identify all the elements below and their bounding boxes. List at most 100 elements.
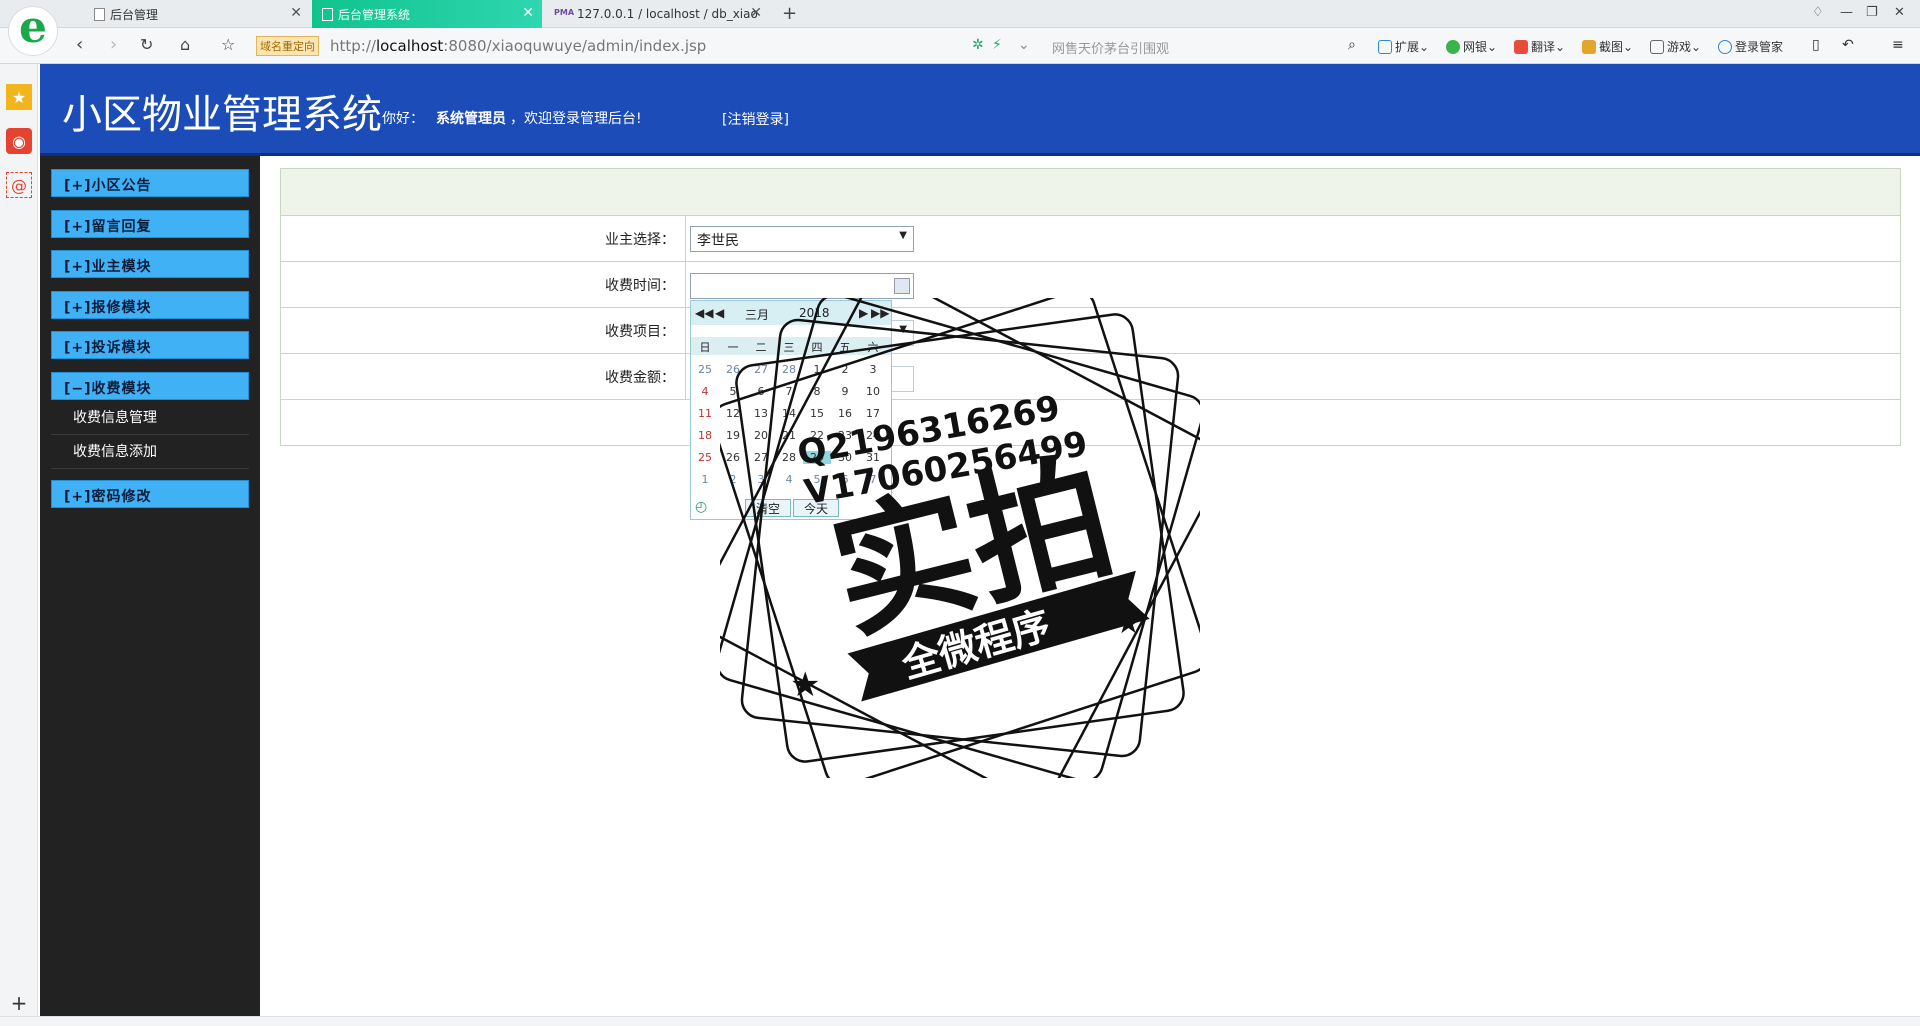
- calendar-day[interactable]: 27: [747, 451, 775, 464]
- calendar-day[interactable]: 15: [803, 407, 831, 420]
- back-icon[interactable]: ‹: [76, 34, 83, 55]
- calendar-day[interactable]: 9: [831, 385, 859, 398]
- toolbar-login-manager[interactable]: 登录管家: [1718, 38, 1783, 55]
- calendar-day[interactable]: 18: [691, 429, 719, 442]
- calendar-day[interactable]: 29: [803, 451, 831, 464]
- refresh-icon[interactable]: ↻: [140, 35, 153, 54]
- logout-link[interactable]: [注销登录]: [722, 109, 789, 129]
- menu-password[interactable]: [+]密码修改: [51, 480, 249, 508]
- calendar-day[interactable]: 17: [859, 407, 887, 420]
- calendar-day[interactable]: 7: [775, 385, 803, 398]
- toolbar-bank[interactable]: 网银 ⌄: [1446, 38, 1497, 55]
- calendar-day[interactable]: 21: [775, 429, 803, 442]
- search-input[interactable]: 网售天价茅台引围观: [1052, 38, 1169, 57]
- undo-icon[interactable]: ↶: [1842, 37, 1854, 53]
- menu-owner[interactable]: [+]业主模块: [51, 250, 249, 278]
- dropdown-icon[interactable]: ⌄: [1018, 37, 1030, 53]
- calendar-day[interactable]: 2: [719, 473, 747, 486]
- calendar-day[interactable]: 1: [803, 363, 831, 376]
- calendar-day[interactable]: 4: [691, 385, 719, 398]
- clear-button[interactable]: 清空: [745, 499, 791, 517]
- calendar-day[interactable]: 1: [691, 473, 719, 486]
- skin-icon[interactable]: ♢: [1812, 5, 1824, 20]
- browser-tab-3[interactable]: PMA 127.0.0.1 / localhost / db_xiao ✕: [544, 0, 770, 28]
- calendar-day[interactable]: 20: [747, 429, 775, 442]
- calendar-day[interactable]: 6: [747, 385, 775, 398]
- prev-month-icon[interactable]: ◀: [715, 306, 724, 320]
- submenu-fee-add[interactable]: 收费信息添加: [73, 441, 157, 461]
- calendar-day[interactable]: 26: [719, 451, 747, 464]
- mail-icon[interactable]: @: [6, 172, 32, 198]
- calendar-day[interactable]: 26: [719, 363, 747, 376]
- close-icon[interactable]: ✕: [290, 5, 302, 21]
- calendar-day[interactable]: 5: [719, 385, 747, 398]
- calendar-day[interactable]: 23: [831, 429, 859, 442]
- menu-repair[interactable]: [+]报修模块: [51, 291, 249, 319]
- clock-icon[interactable]: ◴: [695, 499, 707, 515]
- calendar-day[interactable]: 10: [859, 385, 887, 398]
- calendar-day[interactable]: 27: [747, 363, 775, 376]
- calendar-day[interactable]: 4: [775, 473, 803, 486]
- calendar-day[interactable]: 30: [831, 451, 859, 464]
- menu-message-reply[interactable]: [+]留言回复: [51, 210, 249, 238]
- calendar-day[interactable]: 19: [719, 429, 747, 442]
- next-year-icon[interactable]: ▶▶: [871, 306, 889, 320]
- redirect-badge[interactable]: 域名重定向: [256, 36, 319, 56]
- prev-year-icon[interactable]: ◀◀: [695, 306, 713, 320]
- add-icon[interactable]: +: [6, 990, 32, 1016]
- calendar-day[interactable]: 25: [691, 363, 719, 376]
- calendar-day[interactable]: 25: [691, 451, 719, 464]
- calendar-icon[interactable]: [894, 278, 910, 294]
- today-button[interactable]: 今天: [793, 499, 839, 517]
- minimize-icon[interactable]: —: [1840, 5, 1853, 20]
- calendar-day[interactable]: 31: [859, 451, 887, 464]
- toolbar-extensions[interactable]: 扩展 ⌄: [1378, 38, 1429, 55]
- calendar-day[interactable]: 6: [831, 473, 859, 486]
- new-tab-icon[interactable]: +: [782, 3, 797, 24]
- speed-icon[interactable]: ⚡: [992, 37, 1002, 53]
- owner-select[interactable]: 李世民 ▼: [690, 226, 914, 252]
- calendar-day[interactable]: 8: [803, 385, 831, 398]
- calendar-day[interactable]: 24: [859, 429, 887, 442]
- bookmark-star-icon[interactable]: ☆: [221, 35, 235, 54]
- forward-icon[interactable]: ›: [110, 34, 117, 55]
- menu-complaint[interactable]: [+]投诉模块: [51, 331, 249, 359]
- url-field[interactable]: http://localhost:8080/xiaoquwuye/admin/i…: [330, 37, 706, 55]
- next-month-icon[interactable]: ▶: [859, 306, 868, 320]
- calendar-day[interactable]: 3: [859, 363, 887, 376]
- toolbar-games[interactable]: 游戏 ⌄: [1650, 38, 1701, 55]
- calendar-day[interactable]: 28: [775, 363, 803, 376]
- phone-icon[interactable]: ▯: [1812, 37, 1820, 53]
- browser-tab-1[interactable]: 后台管理 ✕: [84, 0, 310, 28]
- calendar-day[interactable]: 14: [775, 407, 803, 420]
- home-icon[interactable]: ⌂: [180, 35, 190, 54]
- calendar-day[interactable]: 2: [831, 363, 859, 376]
- search-icon[interactable]: ⌕: [1348, 37, 1356, 53]
- weibo-icon[interactable]: ◉: [6, 128, 32, 154]
- menu-icon[interactable]: ≡: [1892, 37, 1904, 53]
- calendar-day[interactable]: 28: [775, 451, 803, 464]
- close-icon[interactable]: ✕: [522, 5, 534, 21]
- toolbar-translate[interactable]: 翻译 ⌄: [1514, 38, 1565, 55]
- calendar-day[interactable]: 5: [803, 473, 831, 486]
- calendar-day[interactable]: 12: [719, 407, 747, 420]
- year-label[interactable]: 2018: [799, 306, 830, 320]
- calendar-day[interactable]: 3: [747, 473, 775, 486]
- calendar-day[interactable]: 7: [859, 473, 887, 486]
- fee-time-input[interactable]: [690, 273, 914, 299]
- calendar-day[interactable]: 11: [691, 407, 719, 420]
- submenu-fee-manage[interactable]: 收费信息管理: [73, 407, 157, 427]
- close-icon[interactable]: ✕: [750, 5, 762, 21]
- restore-icon[interactable]: ❐: [1866, 5, 1878, 20]
- calendar-day[interactable]: 22: [803, 429, 831, 442]
- menu-notice[interactable]: [+]小区公告: [51, 169, 249, 197]
- toolbar-screenshot[interactable]: 截图 ⌄: [1582, 38, 1633, 55]
- calendar-day[interactable]: 13: [747, 407, 775, 420]
- calendar-day[interactable]: 16: [831, 407, 859, 420]
- close-window-icon[interactable]: ✕: [1894, 5, 1905, 20]
- favorites-star-icon[interactable]: ★: [6, 84, 32, 110]
- secure-icon[interactable]: ✲: [972, 37, 984, 53]
- menu-fee[interactable]: [−]收费模块: [51, 372, 249, 400]
- browser-tab-2[interactable]: 后台管理系统 ✕: [312, 0, 542, 28]
- month-label[interactable]: 三月: [745, 306, 769, 323]
